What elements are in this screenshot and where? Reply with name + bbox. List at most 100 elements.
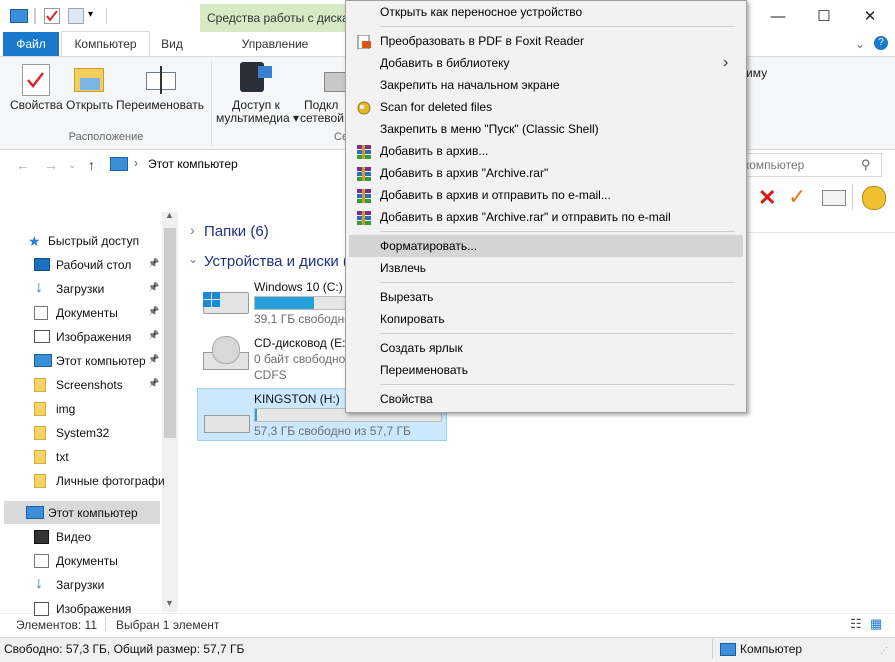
collapse-ribbon-icon[interactable]: ⌄ [855,37,865,51]
context-menu-separator [380,231,735,232]
context-menu-separator [380,282,735,283]
tab-manage[interactable]: Управление [200,32,350,56]
header-line [746,232,895,233]
context-menu-item[interactable]: Добавить в архив и отправить по e-mail..… [346,184,746,206]
context-menu-item[interactable]: Закрепить на начальном экране [346,74,746,96]
minimize-button[interactable]: — [755,0,801,32]
context-menu-item[interactable]: Создать ярлык [346,337,746,359]
context-menu-item[interactable]: Свойства [346,388,746,410]
context-menu-item[interactable]: Извлечь [346,257,746,279]
context-menu-item-label: Переименовать [380,363,468,377]
context-menu-item[interactable]: Открыть как переносное устройство [346,1,746,23]
drive-filesystem: CDFS [254,368,287,382]
recent-dropdown-icon[interactable]: ⌄ [68,160,76,171]
tab-computer[interactable]: Компьютер [61,31,150,56]
media-access-label-2[interactable]: мультимедиа ▾ [216,111,299,125]
details-view-icon[interactable]: ☷ [850,616,862,632]
context-menu-item[interactable]: Форматировать... [349,235,743,257]
divider [106,8,107,24]
resize-grip-icon[interactable]: ⋰ [880,646,888,655]
context-menu-item[interactable]: Переименовать [346,359,746,381]
free-space-info: Свободно: 57,3 ГБ, Общий размер: 57,7 ГБ [4,642,245,656]
computer-icon[interactable] [10,9,28,23]
context-menu-item-label: Закрепить на начальном экране [380,78,560,92]
sidebar-item-label: Рабочий стол [56,258,132,272]
quick-access-dropdown-icon[interactable]: ▾ [88,9,93,20]
folders-section-header[interactable]: Папки (6) [204,223,269,240]
rename-button[interactable]: Переименовать [116,98,204,112]
help-icon[interactable]: ? [874,36,888,50]
context-menu-item-label: Открыть как переносное устройство [380,5,583,19]
pin-icon[interactable]: 📌 [148,354,159,365]
context-menu-item[interactable]: Scan for deleted files [346,96,746,118]
ribbon-partial-label: иму [746,66,768,80]
context-menu-item[interactable]: Добавить в библиотеку › [346,52,746,74]
drive-free-space: 0 байт свободно [254,352,346,366]
download-icon: ↓ [35,575,43,592]
check-icon[interactable]: ✓ [788,184,806,210]
tiles-view-icon[interactable]: ▦ [870,616,882,632]
context-menu-item[interactable]: Добавить в архив "Archive.rar" [346,162,746,184]
properties-quick-icon[interactable] [44,8,60,24]
address-bar[interactable]: › Этот компьютер [108,153,348,175]
sidebar-scroll-thumb[interactable] [164,228,176,438]
disk-tools-label: Средства работы с дисками [207,11,364,25]
pin-icon[interactable]: 📌 [148,378,159,389]
sidebar-item-label: Изображения [56,602,132,616]
drive-tile-e[interactable]: CD-дисковод (E:) 0 байт свободно CDFS [198,334,349,386]
text-cursor-icon [160,66,162,94]
drive-usage-fill [255,297,315,309]
tab-view[interactable]: Вид [150,32,194,56]
context-menu-item[interactable]: Добавить в архив "Archive.rar" и отправи… [346,206,746,228]
sidebar-item-label: Этот компьютер [56,354,146,368]
context-menu-item[interactable]: Добавить в архив... [346,140,746,162]
media-badge-icon [258,66,272,78]
breadcrumb-this-pc[interactable]: Этот компьютер [148,157,238,171]
scroll-up-icon[interactable]: ▲ [165,210,174,220]
computer-icon [720,643,736,656]
pin-icon[interactable]: 📌 [148,258,159,269]
expand-chevron-icon[interactable]: › [190,222,195,238]
context-menu-item[interactable]: Закрепить в меню "Пуск" (Classic Shell) [346,118,746,140]
divider [712,639,713,659]
scroll-down-icon[interactable]: ▼ [165,598,174,608]
new-folder-quick-icon[interactable] [68,8,84,24]
email-icon[interactable] [822,190,846,206]
context-menu-item[interactable]: Копировать [346,308,746,330]
properties-icon[interactable] [22,64,50,96]
drive-tile-c[interactable]: Windows 10 (C:) 39,1 ГБ свободно [198,278,351,328]
devices-section-header[interactable]: Устройства и диски ( [204,253,348,270]
context-menu-item-label: Преобразовать в PDF в Foxit Reader [380,34,584,48]
open-button[interactable]: Открыть [66,98,113,112]
collapse-chevron-icon[interactable]: ⌄ [188,252,198,266]
map-network-label-2[interactable]: сетевой [300,111,344,125]
context-menu-item-label: Добавить в архив "Archive.rar" и отправи… [380,210,671,224]
search-icon[interactable]: ⚲ [861,157,871,173]
maximize-button[interactable]: ☐ [801,0,847,32]
breadcrumb-arrow-icon[interactable]: › [134,156,138,170]
pictures-icon [34,330,50,343]
context-menu-item[interactable]: Преобразовать в PDF в Foxit Reader [346,30,746,52]
context-menu-item-label: Добавить в библиотеку [380,56,510,70]
pin-icon[interactable]: 📌 [148,282,159,293]
up-arrow-icon[interactable]: ↑ [88,157,95,173]
media-access-label-1[interactable]: Доступ к [224,98,288,112]
context-menu-item-label: Создать ярлык [380,341,463,355]
back-arrow-icon[interactable]: ← [16,157,30,173]
forward-arrow-icon[interactable]: → [44,157,58,173]
delete-icon[interactable]: ✕ [758,185,776,211]
items-count: Элементов: 11 [16,618,97,632]
context-menu-item[interactable]: Вырезать [346,286,746,308]
close-button[interactable]: ✕ [847,0,893,32]
winrar-icon [356,188,372,203]
shell-icon[interactable] [862,186,886,210]
pin-icon[interactable]: 📌 [148,330,159,341]
sidebar-item-label: img [56,402,76,416]
properties-button[interactable]: Свойства [10,98,63,112]
sidebar-item-label: Этот компьютер [48,506,138,520]
search-input[interactable]: т компьютер ⚲ [728,153,882,177]
pin-icon[interactable]: 📌 [148,306,159,317]
drive-name: KINGSTON (H:) [254,392,340,406]
tab-file[interactable]: Файл [3,32,59,56]
map-network-label-1[interactable]: Подкл [304,98,338,112]
